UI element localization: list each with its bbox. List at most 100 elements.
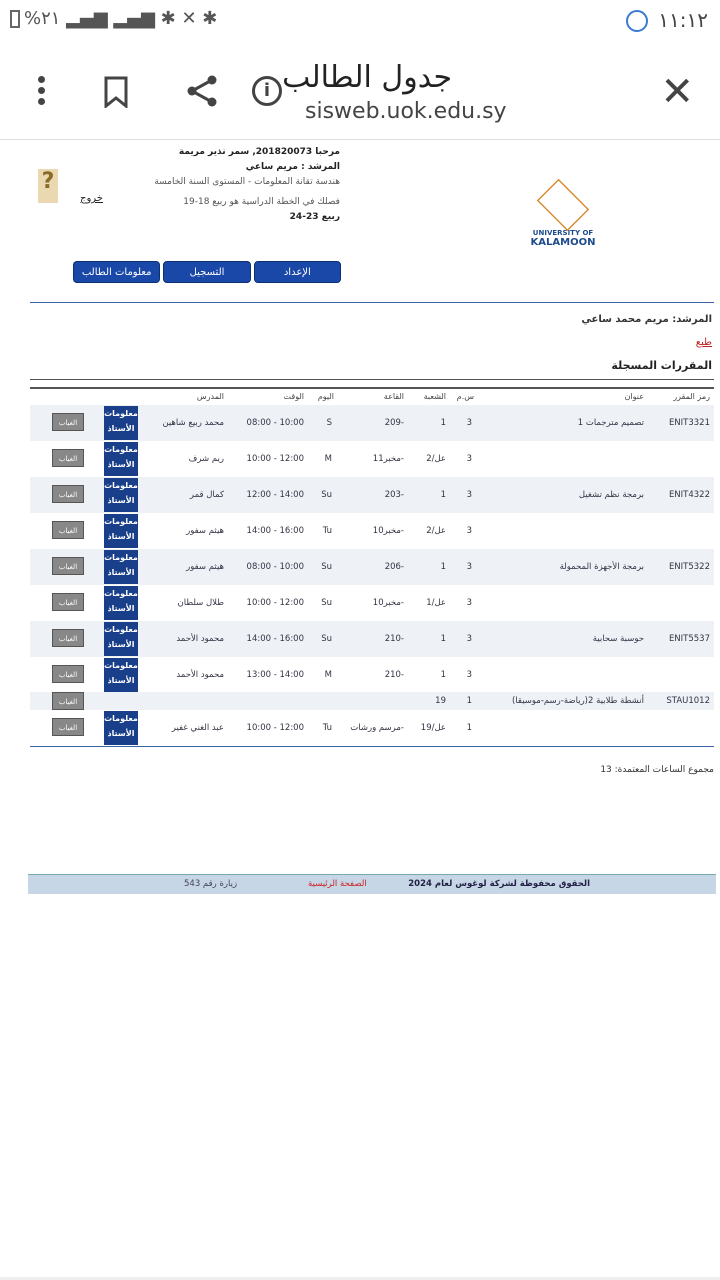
course-credits: 3 <box>466 562 472 572</box>
course-code: STAU1012 <box>666 696 710 706</box>
course-room: 209- <box>384 418 404 428</box>
course-code: ENIT5537 <box>668 634 710 644</box>
home-link[interactable]: الصفحة الرئيسية <box>308 879 367 889</box>
course-day: Su <box>321 562 332 572</box>
instructor-info-button[interactable]: معلومات الأستاذ <box>104 658 138 692</box>
table-row: 3 2/عل مخبر11- M 10:00 - 12:00 ريم شرف الغياب م… <box>30 441 714 477</box>
advisor-text: المرشد : مريم ساعي <box>245 162 340 172</box>
table-row: ENIT3321 تصميم مترجمات 1 3 1 209- S 08:00 - 10… <box>30 405 714 441</box>
course-code: ENIT4322 <box>668 490 710 500</box>
course-instructor: طلال سلطان <box>177 598 224 608</box>
course-credits: 3 <box>466 598 472 608</box>
table-row: ENIT4322 برمجة نظم تشغيل 3 1 203- Su 12:00 - 1… <box>30 477 714 513</box>
course-section: 2/عل <box>426 454 446 464</box>
absence-button[interactable]: الغياب <box>52 521 84 539</box>
course-credits: 3 <box>466 490 472 500</box>
instructor-info-button[interactable]: معلومات الأستاذ <box>104 478 138 512</box>
course-day: M <box>324 454 332 464</box>
divider <box>30 302 714 303</box>
course-room: 203- <box>384 490 404 500</box>
print-link[interactable]: طبع <box>696 337 712 348</box>
course-title: أنشطة طلابية 2(رياضة-رسم-موسيقا) <box>511 696 644 706</box>
course-credits: 1 <box>466 696 472 706</box>
absence-button[interactable]: الغياب <box>52 692 84 710</box>
status-bar: %٢١ ▂▄▆ ▂▄▆ ✱ ✕ ✱ ١١:١٢ <box>0 0 720 42</box>
prep-button[interactable]: الإعداد <box>253 261 341 283</box>
course-credits: 3 <box>466 526 472 536</box>
browser-toolbar: i جدول الطالب sisweb.uok.edu.sy ✕ <box>0 42 720 140</box>
course-time: 13:00 - 14:00 <box>246 670 304 680</box>
info-icon[interactable]: i <box>252 76 282 106</box>
course-instructor: هيثم سفور <box>186 562 224 572</box>
logo-line2: KALAMOON <box>530 237 596 248</box>
course-time: 14:00 - 16:00 <box>246 634 304 644</box>
course-section: 1 <box>440 418 446 428</box>
col-credits: س.م <box>456 392 474 401</box>
absence-button[interactable]: الغياب <box>52 593 84 611</box>
instructor-info-button[interactable]: معلومات الأستاذ <box>104 711 138 745</box>
course-day: Su <box>321 490 332 500</box>
student-info-button[interactable]: معلومات الطالب <box>73 261 161 283</box>
student-header: مرحبا 201820073, سمر نذير مريمة المرشد :… <box>120 147 340 227</box>
course-section: 1 <box>440 634 446 644</box>
absence-button[interactable]: الغياب <box>52 557 84 575</box>
close-icon[interactable]: ✕ <box>660 72 694 112</box>
col-code: رمز المقرر <box>673 392 710 401</box>
col-time: الوقت <box>283 392 304 401</box>
battery-icon <box>10 10 20 28</box>
table-row: ENIT5537 حوسبة سحابية 3 1 210- Su 14:00 - 16:0… <box>30 621 714 657</box>
absence-button[interactable]: الغياب <box>52 413 84 431</box>
course-room: مخبر10- <box>372 526 404 536</box>
course-day: M <box>324 670 332 680</box>
bookmark-icon[interactable] <box>104 76 128 108</box>
instructor-info-button[interactable]: معلومات الأستاذ <box>104 550 138 584</box>
instructor-info-button[interactable]: معلومات الأستاذ <box>104 406 138 440</box>
course-credits: 3 <box>466 454 472 464</box>
share-icon[interactable] <box>185 74 219 108</box>
course-section: 1 <box>440 490 446 500</box>
course-title: حوسبة سحابية <box>592 634 644 644</box>
section-title: المقررات المسجلة <box>611 359 712 372</box>
table-row: STAU1012 أنشطة طلابية 2(رياضة-رسم-موسيقا)… <box>30 692 714 710</box>
course-time: 08:00 - 10:00 <box>246 418 304 428</box>
absence-button[interactable]: الغياب <box>52 629 84 647</box>
table-header: رمز المقرر عنوان س.م الشعبة القاعة اليوم… <box>30 387 714 405</box>
course-credits: 3 <box>466 634 472 644</box>
absence-button[interactable]: الغياب <box>52 449 84 467</box>
more-options-icon[interactable] <box>36 76 46 108</box>
course-time: 10:00 - 12:00 <box>246 454 304 464</box>
course-day: Tu <box>322 526 332 536</box>
course-title: برمجة الأجهزة المحمولة <box>559 562 644 572</box>
course-instructor: عبد الغني غفير <box>171 723 224 733</box>
logo-line1: UNIVERSITY OF <box>532 229 594 237</box>
course-title: برمجة نظم تشغيل <box>578 490 644 500</box>
instructor-info-button[interactable]: معلومات الأستاذ <box>104 586 138 620</box>
instructor-info-button[interactable]: معلومات الأستاذ <box>104 514 138 548</box>
whatsapp-icon <box>626 10 648 32</box>
col-day: اليوم <box>317 392 334 401</box>
table-row: ENIT5322 برمجة الأجهزة المحمولة 3 1 206- Su 08… <box>30 549 714 585</box>
course-code: ENIT3321 <box>668 418 710 428</box>
total-credits: مجموع الساعات المعتمدة: 13 <box>600 765 714 775</box>
course-section: 2/عل <box>426 526 446 536</box>
program-text: هندسة تقانة المعلومات - المستوى السنة ال… <box>154 177 340 187</box>
logout-link[interactable]: خروج <box>80 193 103 204</box>
absence-button[interactable]: الغياب <box>52 665 84 683</box>
course-room: مخبر10- <box>372 598 404 608</box>
course-time: 12:00 - 14:00 <box>246 490 304 500</box>
course-time: 10:00 - 12:00 <box>246 598 304 608</box>
course-day: Su <box>321 598 332 608</box>
battery-level: %٢١ <box>24 8 61 29</box>
table-row: 3 1 210- M 13:00 - 14:00 محمود الأحمد الغياب مع… <box>30 657 714 693</box>
page-url: sisweb.uok.edu.sy <box>305 99 507 124</box>
instructor-info-button[interactable]: معلومات الأستاذ <box>104 622 138 656</box>
course-instructor: محمد ربيع شاهين <box>162 418 224 428</box>
absence-button[interactable]: الغياب <box>52 718 84 736</box>
course-instructor: محمود الأحمد <box>176 634 224 644</box>
course-title: تصميم مترجمات 1 <box>577 418 644 428</box>
absence-button[interactable]: الغياب <box>52 485 84 503</box>
register-button[interactable]: التسجيل <box>163 261 251 283</box>
course-instructor: هيثم سفور <box>186 526 224 536</box>
instructor-info-button[interactable]: معلومات الأستاذ <box>104 442 138 476</box>
welcome-text: مرحبا 201820073, سمر نذير مريمة <box>178 147 340 157</box>
